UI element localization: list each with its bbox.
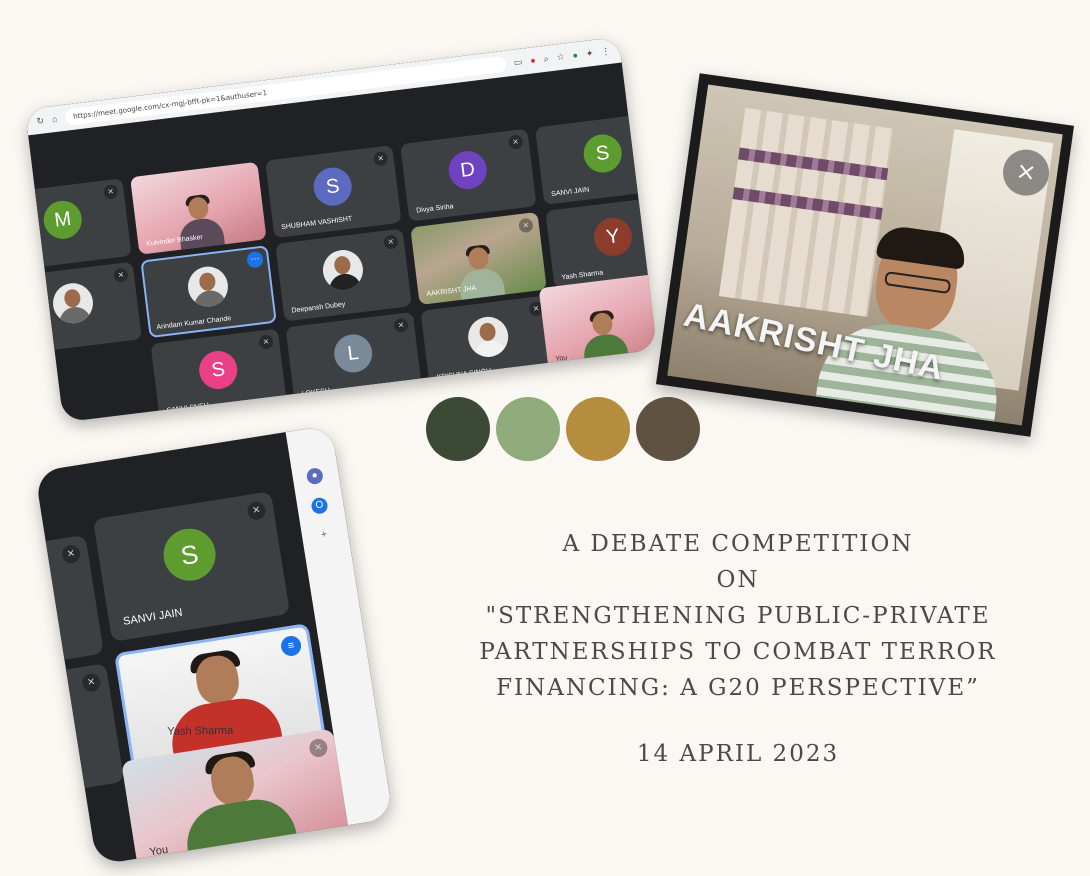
event-heading: A Debate Competition	[562, 531, 914, 557]
participant-name: SHUBHAM VASHISHT	[280, 215, 353, 232]
participant-name: KRISHNA SINGH	[436, 367, 492, 382]
avatar: S	[311, 165, 354, 209]
participant-tile: ⨯	[36, 663, 125, 793]
participant-name: U JHA	[25, 338, 43, 348]
browser-toolbar: ↻ ⌂ https://meet.google.com/cx-mgj-bfft-…	[25, 36, 622, 136]
participant-tile: ⋯ Arindam Kumar Chande	[140, 245, 277, 339]
color-swatch-sage	[496, 397, 560, 461]
participant-tile: L ⨯ LOKESH	[285, 311, 423, 405]
participant-name: SANVI SNEH	[166, 402, 210, 415]
event-topic-line-2: Partnerships to Combat Terror	[479, 639, 997, 665]
video-feed	[174, 748, 299, 866]
event-on: On	[716, 567, 760, 593]
mic-off-icon: ⨯	[383, 234, 399, 250]
participant-name: You	[148, 843, 169, 859]
avatar	[465, 314, 511, 360]
add-icon[interactable]: +	[315, 526, 333, 544]
participant-tile: ⨯ AAKRISHT JHA	[410, 211, 547, 305]
video-feed	[667, 84, 1063, 426]
participant-name: SANVI JAIN	[550, 186, 590, 199]
avatar: M	[41, 198, 84, 242]
event-announcement: A Debate Competition On "Strengthening P…	[418, 526, 1058, 772]
avatar: D	[446, 149, 489, 192]
participant-name: Yash Sharma	[167, 724, 234, 738]
extensions-icon: ✦	[585, 47, 594, 59]
mic-off-icon: ⨯	[246, 500, 267, 521]
participant-name: Divya Sinha	[415, 203, 454, 215]
avatar	[185, 264, 231, 310]
avatar	[320, 248, 366, 293]
participant-name: LOKESH	[301, 387, 331, 398]
app-icon[interactable]: ●	[305, 466, 324, 486]
participant-name: SANVI JAIN	[122, 606, 184, 628]
participant-tile: ⨯ U JHA	[25, 261, 142, 355]
color-swatch-brown	[636, 397, 700, 461]
mic-off-icon: ⨯	[258, 334, 274, 350]
refresh-icon: ↻	[35, 114, 45, 126]
participant-tile: S ⨯ SANVI SNEH	[150, 328, 288, 422]
outlook-icon[interactable]: O	[310, 496, 329, 515]
home-icon: ⌂	[51, 113, 58, 125]
menu-icon: ⋮	[600, 45, 611, 57]
avatar: L	[332, 332, 375, 375]
avatar: S	[159, 524, 220, 585]
event-topic-line-3: Financing: A G20 Perspective”	[496, 675, 980, 701]
mic-off-icon: ⨯	[518, 217, 534, 234]
avatar	[50, 281, 96, 326]
speaker-video-screenshot: ⨯ AAKRISHT JHA	[655, 73, 1075, 437]
participant-tile: Y Yash Sharma	[545, 195, 657, 289]
speaker-person	[811, 223, 1018, 426]
participant-tile: ⨯	[34, 534, 104, 665]
mic-off-icon: ⨯	[372, 150, 389, 167]
participant-tile: ⨯ Deepansh Dubey	[275, 228, 412, 322]
meet-grid-screenshot: ↻ ⌂ https://meet.google.com/cx-mgj-bfft-…	[25, 36, 657, 423]
star-icon: ☆	[555, 51, 566, 62]
participant-name: Deepansh Dubey	[291, 301, 346, 315]
color-swatch-mustard	[566, 397, 630, 461]
avatar: S	[581, 132, 624, 176]
participant-name: Arindam Kumar Chande	[156, 315, 232, 332]
participant-name: MANJUL	[25, 254, 40, 265]
event-date: 14 April 2023	[636, 741, 840, 767]
participant-tile: S SANVI JAIN	[535, 111, 657, 206]
participant-tile: M ⨯ MANJUL	[25, 178, 132, 272]
mic-off-icon: ⨯	[507, 134, 524, 150]
color-swatch-dark-green	[426, 397, 490, 461]
self-view-tile: You	[538, 273, 657, 370]
mic-off-icon: ⨯	[308, 737, 329, 759]
event-topic-line-1: "Strengthening Public-Private	[485, 603, 991, 629]
participant-tile: Kulvinder Bhasker	[130, 161, 267, 255]
profile-icon: ●	[571, 49, 579, 61]
participant-name: You	[554, 354, 568, 363]
url-bar[interactable]: https://meet.google.com/cx-mgj-bfft-pk=1…	[64, 55, 507, 126]
mic-off-icon: ⨯	[81, 672, 102, 693]
mic-off-icon: ⨯	[60, 543, 82, 565]
record-icon: ●	[529, 55, 537, 66]
mic-off-icon: ⨯	[113, 267, 129, 283]
speaking-icon: ≡	[279, 634, 303, 658]
mic-off-icon: ⨯	[102, 183, 119, 200]
mic-off-icon: ⨯	[393, 317, 409, 334]
participant-tile: S ⨯ SANVI JAIN	[92, 491, 291, 642]
avatar: Y	[591, 216, 635, 259]
participant-name: Yash Sharma	[561, 269, 604, 282]
participant-tile: S ⨯ SHUBHAM VASHISHT	[265, 145, 402, 239]
more-options-icon[interactable]: ⋯	[246, 250, 264, 269]
participant-tile: D ⨯ Divya Sinha	[400, 128, 537, 222]
participant-tile: ⨯ KRISHNA SINGH	[420, 295, 558, 389]
zoom-icon: ⌕	[542, 52, 550, 64]
meet-mobile-screenshot: ● O + ⨯ S ⨯ SANVI JAIN ⨯ ≡ Yash Sharma ⨯…	[34, 424, 394, 866]
avatar: S	[197, 349, 240, 392]
video-feed	[579, 309, 630, 368]
camera-icon: ▭	[513, 56, 523, 68]
